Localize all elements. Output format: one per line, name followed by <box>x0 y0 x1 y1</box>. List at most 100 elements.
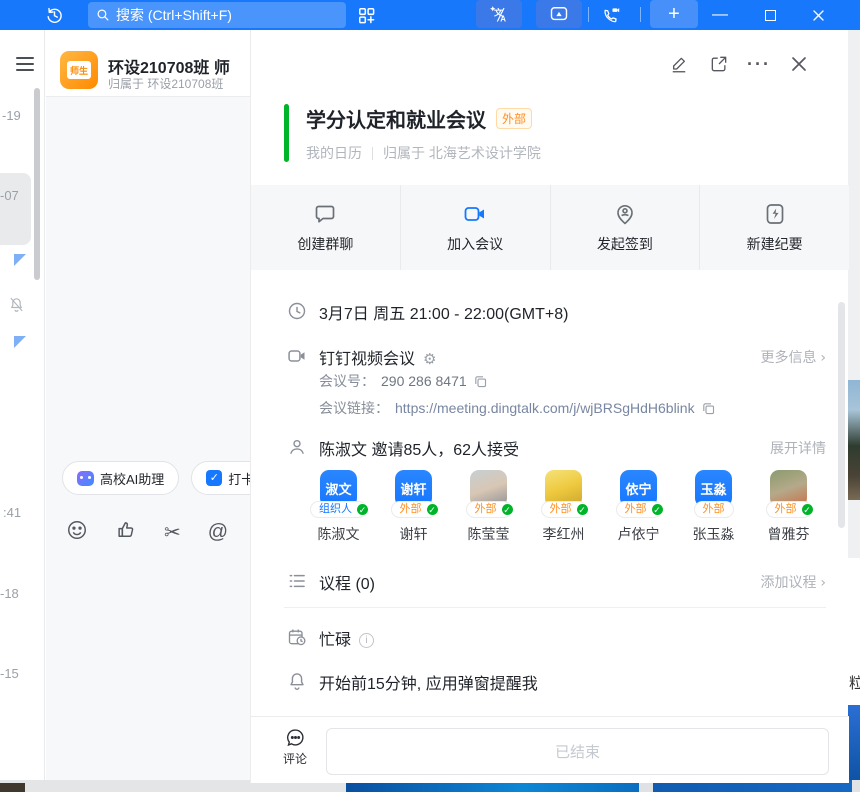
chat-list-timestamp: -15 <box>0 666 19 681</box>
meeting-link-label: 会议链接： <box>319 398 389 418</box>
group-avatar-label: 师生 <box>67 61 91 79</box>
attendee-item[interactable]: 谢轩 外部 ✓ 谢轩 <box>376 470 451 544</box>
copy-icon[interactable] <box>701 401 716 416</box>
calendar-owner: 归属于 北海艺术设计学院 <box>383 143 541 163</box>
meeting-name: 钉钉视频会议⚙ <box>319 345 436 369</box>
meeting-link-url[interactable]: https://meeting.dingtalk.com/j/wjBRSgHdH… <box>395 400 695 416</box>
attendee-name: 曾雅芬 <box>768 524 810 544</box>
join-meeting-button[interactable]: 加入会议 <box>400 185 550 270</box>
new-plus-button[interactable]: + <box>650 0 698 28</box>
add-agenda-link[interactable]: 添加议程 › <box>761 572 827 592</box>
start-checkin-button[interactable]: 发起签到 <box>550 185 700 270</box>
attendee-role-badge: 组织人 ✓ <box>310 501 367 518</box>
phone-call-icon[interactable] <box>598 3 622 27</box>
ai-assistant-chip[interactable]: 高校AI助理 <box>62 461 179 495</box>
chat-toolbar: ✂ @ <box>66 519 228 546</box>
chevron-right-icon: › <box>820 575 826 591</box>
emoji-icon[interactable] <box>66 519 88 546</box>
busy-calendar-icon <box>287 627 307 647</box>
event-title: 学分认定和就业会议 <box>306 104 486 133</box>
maximize-button[interactable] <box>758 3 782 27</box>
clock-icon <box>287 301 307 321</box>
bell-icon <box>287 671 307 691</box>
panel-scrollbar[interactable] <box>838 302 845 528</box>
more-info-link[interactable]: 更多信息 › <box>761 347 827 367</box>
calendar-name: 我的日历 <box>306 143 362 163</box>
more-options-icon[interactable]: ··· <box>748 53 770 75</box>
attendee-name: 李红州 <box>543 524 585 544</box>
attendee-item[interactable]: 玉淼 外部 ✓ 张玉淼 <box>676 470 751 544</box>
unread-corner-marker <box>14 254 26 266</box>
attendee-item[interactable]: 依宁 外部 ✓ 卢依宁 <box>601 470 676 544</box>
accepted-check-icon: ✓ <box>501 503 514 516</box>
close-panel-icon[interactable] <box>788 53 810 75</box>
attendee-item[interactable]: 外部 ✓ 陈莹莹 <box>451 470 526 544</box>
ai-translate-button[interactable]: 文 A <box>476 0 522 28</box>
attendee-name: 谢轩 <box>400 524 428 544</box>
panel-footer: 评论 已结束 <box>251 716 849 783</box>
reminder-text: 开始前15分钟, 应用弹窗提醒我 <box>319 670 538 694</box>
expand-details-link[interactable]: 展开详情 <box>770 438 826 458</box>
checkin-pin-icon <box>613 202 637 226</box>
window-titlebar: 搜索 (Ctrl+Shift+F) 文 A <box>0 0 860 30</box>
chat-list-rail: -19 -07 :41 -18 -15 <box>0 30 45 780</box>
chip-label: 高校AI助理 <box>100 469 164 488</box>
search-icon <box>96 8 110 22</box>
comment-bubble-icon <box>285 727 306 748</box>
attendee-item[interactable]: 外部 ✓ 曾雅芬 <box>751 470 826 544</box>
event-time: 3月7日 周五 21:00 - 22:00(GMT+8) <box>319 300 568 324</box>
new-minutes-button[interactable]: 新建纪要 <box>699 185 849 270</box>
thumbs-up-icon[interactable] <box>115 519 137 546</box>
gear-icon[interactable]: ⚙ <box>423 351 436 368</box>
background-image <box>848 705 860 792</box>
edit-icon[interactable] <box>668 53 690 75</box>
subtitle-divider <box>372 147 373 160</box>
info-icon[interactable]: i <box>359 633 374 648</box>
attendee-role-badge: 外部 ✓ <box>616 501 662 518</box>
quick-action-chips: 高校AI助理 ✓ 打卡 <box>62 461 269 495</box>
ai-robot-icon <box>77 471 94 486</box>
screen-share-button[interactable] <box>536 0 582 28</box>
chat-window: -19 -07 :41 -18 -15 师生 环设210708班 师 归属于 环… <box>0 30 250 780</box>
minimize-button[interactable]: — <box>708 3 732 27</box>
attendee-name: 卢依宁 <box>618 524 660 544</box>
chat-list-timestamp: :41 <box>3 505 21 520</box>
chevron-right-icon: › <box>820 350 826 366</box>
agenda-label: 议程 (0) <box>319 570 375 594</box>
titlebar-divider <box>640 7 641 22</box>
check-in-icon: ✓ <box>206 470 222 486</box>
menu-hamburger-icon[interactable] <box>16 57 34 71</box>
chat-list-timestamp: -18 <box>0 586 19 601</box>
event-detail-panel: ··· 学分认定和就业会议 外部 我的日历 归属于 北海艺术设计学院 创建群聊 … <box>250 30 848 783</box>
close-window-button[interactable] <box>806 3 830 27</box>
open-external-icon[interactable] <box>708 53 730 75</box>
unread-corner-marker <box>14 336 26 348</box>
person-icon <box>287 437 307 457</box>
background-artifact <box>852 780 860 792</box>
mention-at-icon[interactable]: @ <box>208 521 228 544</box>
comment-button[interactable]: 评论 <box>277 727 313 767</box>
attendee-item[interactable]: 外部 ✓ 李红州 <box>526 470 601 544</box>
search-input[interactable]: 搜索 (Ctrl+Shift+F) <box>88 2 346 28</box>
apps-grid-icon[interactable] <box>354 3 378 27</box>
panel-header-actions: ··· <box>668 53 810 75</box>
accepted-check-icon: ✓ <box>356 503 369 516</box>
meeting-id-value: 290 286 8471 <box>381 373 467 389</box>
accepted-check-icon: ✓ <box>801 503 814 516</box>
dingtalk-window: 搜索 (Ctrl+Shift+F) 文 A <box>0 0 860 792</box>
history-icon[interactable] <box>42 3 66 27</box>
create-group-chat-button[interactable]: 创建群聊 <box>251 185 400 270</box>
minutes-doc-icon <box>763 202 787 226</box>
copy-icon[interactable] <box>473 374 488 389</box>
group-avatar[interactable]: 师生 <box>60 51 98 89</box>
attendee-item[interactable]: 淑文 组织人 ✓ 陈淑文 <box>301 470 376 544</box>
meeting-link-row: 会议链接： https://meeting.dingtalk.com/j/wjB… <box>319 398 716 418</box>
chat-header: 师生 环设210708班 师 归属于 环设210708班 <box>46 30 250 97</box>
svg-text:A: A <box>500 15 506 24</box>
chat-list-scrollbar[interactable] <box>34 88 40 280</box>
chat-list-selected-item[interactable] <box>0 173 31 245</box>
video-camera-icon <box>287 346 307 366</box>
scissors-icon[interactable]: ✂ <box>164 520 181 545</box>
event-subtitle: 我的日历 归属于 北海艺术设计学院 <box>306 143 541 163</box>
attendee-name: 陈淑文 <box>318 524 360 544</box>
